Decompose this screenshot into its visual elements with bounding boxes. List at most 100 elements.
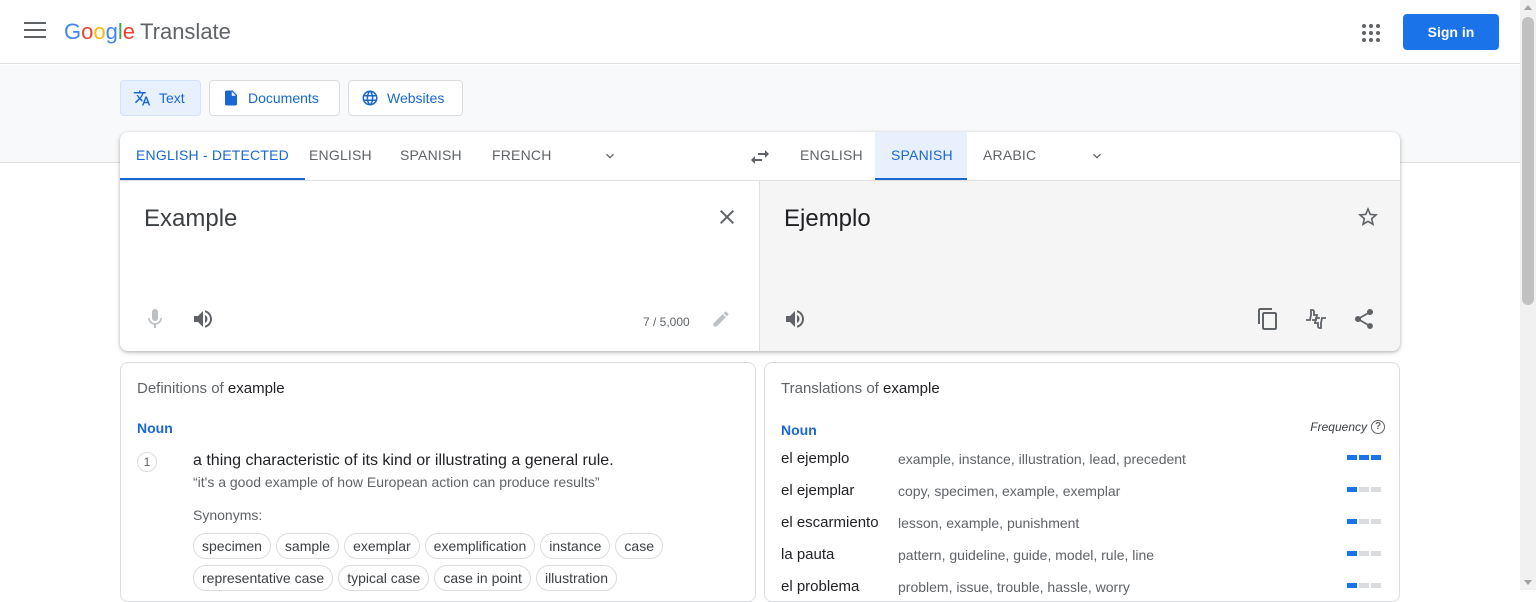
translation-word[interactable]: el problema xyxy=(781,578,859,595)
frequency-segment xyxy=(1371,519,1381,524)
frequency-bar xyxy=(1347,583,1381,588)
top-bar: Google Translate Sign in xyxy=(0,0,1520,64)
more-target-languages-icon[interactable] xyxy=(1089,148,1105,164)
tab-target-spanish[interactable]: SPANISH xyxy=(875,132,967,180)
definitions-pos: Noun xyxy=(137,420,173,436)
google-translate-logo[interactable]: Google Translate xyxy=(64,19,231,45)
tab-target-english[interactable]: ENGLISH xyxy=(784,132,879,180)
definition-example: “it's a good example of how European act… xyxy=(193,474,600,490)
edit-icon[interactable] xyxy=(711,309,731,329)
frequency-segment xyxy=(1359,487,1369,492)
frequency-bar xyxy=(1347,487,1381,492)
tab-source-english[interactable]: ENGLISH xyxy=(293,132,388,180)
definitions-card: Definitions of example Noun 1 a thing ch… xyxy=(120,362,756,602)
frequency-bar xyxy=(1347,519,1381,524)
back-translations[interactable]: lesson, example, punishment xyxy=(898,515,1079,531)
synonym-chip[interactable]: illustration xyxy=(535,565,617,591)
frequency-segment xyxy=(1371,487,1381,492)
translated-text: Ejemplo xyxy=(784,205,871,232)
synonym-chip[interactable]: case xyxy=(615,533,663,559)
text-mode-button[interactable]: Text xyxy=(120,80,201,116)
document-icon xyxy=(225,90,237,106)
rate-translation-icon[interactable] xyxy=(1304,307,1328,331)
websites-mode-label: Websites xyxy=(387,90,445,106)
translation-word[interactable]: la pauta xyxy=(781,546,834,563)
translation-output-area: Ejemplo xyxy=(760,181,1400,351)
translation-row: el ejemplo example, instance, illustratio… xyxy=(781,450,1381,470)
back-translations[interactable]: problem, issue, trouble, hassle, worry xyxy=(898,579,1130,595)
tab-source-french[interactable]: FRENCH xyxy=(476,132,568,180)
translation-panel: ENGLISH - DETECTED ENGLISH SPANISH FRENC… xyxy=(120,132,1400,351)
synonym-chip[interactable]: representative case xyxy=(193,565,334,591)
character-count: 7 / 5,000 xyxy=(643,315,690,329)
frequency-segment xyxy=(1359,583,1369,588)
frequency-segment xyxy=(1359,519,1369,524)
frequency-segment xyxy=(1347,551,1357,556)
listen-source-icon[interactable] xyxy=(191,307,215,331)
translation-row: la pauta pattern, guideline, guide, model… xyxy=(781,546,1381,566)
translation-word[interactable]: el escarmiento xyxy=(781,514,879,531)
definition-number: 1 xyxy=(137,452,157,472)
translate-icon xyxy=(133,90,151,106)
translation-word[interactable]: el ejemplar xyxy=(781,482,854,499)
scroll-up-arrow-icon[interactable] xyxy=(1524,5,1532,10)
translations-title: Translations of example xyxy=(781,380,940,397)
frequency-segment xyxy=(1347,583,1357,588)
listen-translation-icon[interactable] xyxy=(783,307,807,331)
frequency-label: Frequency xyxy=(1310,420,1367,434)
swap-languages-icon[interactable] xyxy=(748,145,772,169)
frequency-segment xyxy=(1347,519,1357,524)
product-name: Translate xyxy=(140,19,231,44)
synonym-chip[interactable]: instance xyxy=(540,533,611,559)
websites-mode-button[interactable]: Websites xyxy=(348,80,463,116)
synonym-chip[interactable]: specimen xyxy=(193,533,271,559)
translation-row: el problema problem, issue, trouble, hass… xyxy=(781,578,1381,598)
share-icon[interactable] xyxy=(1352,307,1376,331)
text-mode-label: Text xyxy=(159,90,185,106)
scrollbar-thumb[interactable] xyxy=(1522,17,1534,305)
back-translations[interactable]: example, instance, illustration, lead, p… xyxy=(898,451,1186,467)
microphone-icon[interactable] xyxy=(143,307,167,331)
main-menu-icon[interactable] xyxy=(24,22,46,40)
synonyms-label: Synonyms: xyxy=(193,507,263,523)
frequency-segment xyxy=(1371,551,1381,556)
translations-pos: Noun xyxy=(781,422,817,438)
clear-source-icon[interactable] xyxy=(715,205,739,229)
star-icon[interactable] xyxy=(1356,205,1380,229)
definitions-title: Definitions of example xyxy=(137,380,285,397)
frequency-segment xyxy=(1359,455,1369,460)
translation-row: el ejemplar copy, specimen, example, exem… xyxy=(781,482,1381,502)
synonym-chip[interactable]: exemplar xyxy=(344,533,420,559)
frequency-bar xyxy=(1347,551,1381,556)
frequency-segment xyxy=(1371,583,1381,588)
definition-text: a thing characteristic of its kind or il… xyxy=(193,452,614,469)
frequency-segment xyxy=(1347,487,1357,492)
synonym-chip[interactable]: typical case xyxy=(338,565,430,591)
language-tabs: ENGLISH - DETECTED ENGLISH SPANISH FRENC… xyxy=(120,132,1400,181)
globe-icon xyxy=(362,90,378,106)
more-source-languages-icon[interactable] xyxy=(602,148,618,164)
back-translations[interactable]: pattern, guideline, guide, model, rule, … xyxy=(898,547,1154,563)
translation-word[interactable]: el ejemplo xyxy=(781,450,849,467)
tab-source-spanish[interactable]: SPANISH xyxy=(384,132,478,180)
synonym-chips: specimen sample exemplar exemplification… xyxy=(193,533,683,591)
source-text[interactable]: Example xyxy=(144,205,237,233)
frequency-segment xyxy=(1347,455,1357,460)
tab-target-arabic[interactable]: ARABIC xyxy=(967,132,1052,180)
google-apps-icon[interactable] xyxy=(1362,24,1380,42)
source-text-area[interactable]: Example 7 / 5,000 xyxy=(120,181,760,351)
synonym-chip[interactable]: sample xyxy=(275,533,340,559)
synonym-chip[interactable]: exemplification xyxy=(424,533,536,559)
back-translations[interactable]: copy, specimen, example, exemplar xyxy=(898,483,1120,499)
sign-in-button[interactable]: Sign in xyxy=(1403,14,1499,50)
frequency-segment xyxy=(1359,551,1369,556)
tab-source-english-detected[interactable]: ENGLISH - DETECTED xyxy=(120,132,305,180)
scroll-down-arrow-icon[interactable] xyxy=(1524,580,1532,585)
translations-card: Translations of example Noun Frequency ?… xyxy=(764,362,1400,602)
frequency-segment xyxy=(1371,455,1381,460)
synonym-chip[interactable]: case in point xyxy=(434,565,531,591)
documents-mode-button[interactable]: Documents xyxy=(209,80,340,116)
translation-row: el escarmiento lesson, example, punishmen… xyxy=(781,514,1381,534)
help-icon[interactable]: ? xyxy=(1371,420,1385,434)
copy-icon[interactable] xyxy=(1256,307,1280,331)
